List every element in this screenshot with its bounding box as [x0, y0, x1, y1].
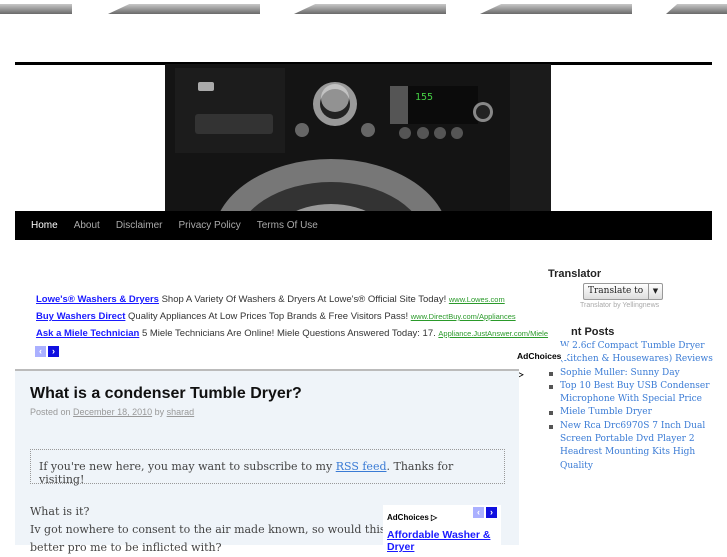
inline-ad-title-link[interactable]: Affordable Washer & Dryer	[387, 529, 497, 553]
ad-title-link[interactable]: Buy Washers Direct	[36, 311, 125, 322]
nav-about[interactable]: About	[74, 220, 100, 231]
adchoices-badge[interactable]: AdChoices ▷	[517, 346, 567, 379]
posted-on-label: Posted on	[30, 407, 71, 417]
translator-title: Translator	[548, 268, 602, 280]
post-date-link[interactable]: December 18, 2010	[73, 407, 152, 417]
ad-url-link[interactable]: Appliance.JustAnswer.com/Miele	[438, 329, 548, 338]
main-nav: Home About Disclaimer Privacy Policy Ter…	[15, 211, 712, 240]
recent-post-link[interactable]: Top 10 Best Buy USB Condenser Microphone…	[548, 380, 718, 407]
ad-row: Ask a Miele Technician 5 Miele Technicia…	[36, 327, 548, 344]
recent-post-link[interactable]: W 2.6cf Compact Tumble Dryer (Kitchen & …	[548, 340, 718, 367]
post-body: What is it? Iv got nowhere to consent to…	[30, 503, 403, 557]
ad-text: Shop A Variety Of Washers & Dryers At Lo…	[161, 294, 447, 305]
recent-post-link[interactable]: New Rca Drc6970S 7 Inch Dual Screen Port…	[548, 420, 718, 473]
chevron-right-icon[interactable]: ›	[48, 346, 59, 357]
rss-feed-link[interactable]: RSS feed	[336, 460, 387, 473]
nav-terms-of-use[interactable]: Terms Of Use	[257, 220, 318, 231]
recent-posts-widget: nt Posts W 2.6cf Compact Tumble Dryer (K…	[548, 326, 718, 473]
post-title[interactable]: What is a condenser Tumble Dryer?	[30, 385, 302, 403]
author-link[interactable]: sharad	[167, 407, 195, 417]
post-article: What is a condenser Tumble Dryer? Posted…	[15, 369, 519, 555]
rss-notice: If you're new here, you may want to subs…	[30, 449, 505, 486]
ad-title-link[interactable]: Ask a Miele Technician	[36, 328, 139, 339]
chevron-left-icon[interactable]: ‹	[35, 346, 46, 357]
ad-url-link[interactable]: www.DirectBuy.com/Appliances	[411, 312, 516, 321]
post-paragraph: Iv got nowhere to consent to the air mad…	[30, 523, 403, 536]
ad-url-link[interactable]: www.Lowes.com	[449, 295, 505, 304]
inline-ad: AdChoices ▷ ‹ › Affordable Washer & Dryer	[383, 505, 501, 555]
adchoices-label[interactable]: AdChoices ▷	[387, 513, 437, 522]
chevron-right-icon[interactable]: ›	[486, 507, 497, 518]
translate-select[interactable]: Translate to ▼	[583, 283, 663, 300]
svg-text:155: 155	[415, 92, 433, 103]
chevron-left-icon[interactable]: ‹	[473, 507, 484, 518]
dropdown-arrow-icon: ▼	[648, 284, 662, 299]
ad-row: Buy Washers Direct Quality Appliances At…	[36, 310, 548, 327]
ad-text: 5 Miele Technicians Are Online! Miele Qu…	[141, 328, 436, 339]
post-meta: Posted on December 18, 2010 by sharad	[30, 407, 194, 417]
recent-post-link[interactable]: Sophie Muller: Sunny Day	[548, 367, 718, 380]
header-image-washer: 155	[165, 64, 551, 212]
nav-privacy-policy[interactable]: Privacy Policy	[179, 220, 241, 231]
translator-widget: Translator Translate to ▼ Translator by Y…	[548, 268, 718, 309]
recent-posts-title: nt Posts	[571, 326, 615, 338]
post-paragraph: What is it?	[30, 505, 90, 518]
ad-title-link[interactable]: Lowe's® Washers & Dryers	[36, 294, 159, 305]
translate-select-value: Translate to	[588, 286, 644, 296]
recent-post-link[interactable]: Miele Tumble Dryer	[548, 406, 718, 419]
rss-text: If you're new here, you may want to subs…	[39, 460, 333, 473]
nav-home[interactable]: Home	[31, 220, 58, 231]
ad-pager: ‹ ›	[35, 346, 59, 357]
post-paragraph: better pro me to be inflicted with?	[30, 541, 222, 554]
ad-row: Lowe's® Washers & Dryers Shop A Variety …	[36, 293, 548, 310]
text-ad-block: Lowe's® Washers & Dryers Shop A Variety …	[36, 293, 548, 344]
by-label: by	[154, 407, 165, 417]
ad-text: Quality Appliances At Low Prices Top Bra…	[128, 311, 409, 322]
nav-disclaimer[interactable]: Disclaimer	[116, 220, 163, 231]
translator-credit: Translator by Yellingnews	[580, 302, 660, 309]
